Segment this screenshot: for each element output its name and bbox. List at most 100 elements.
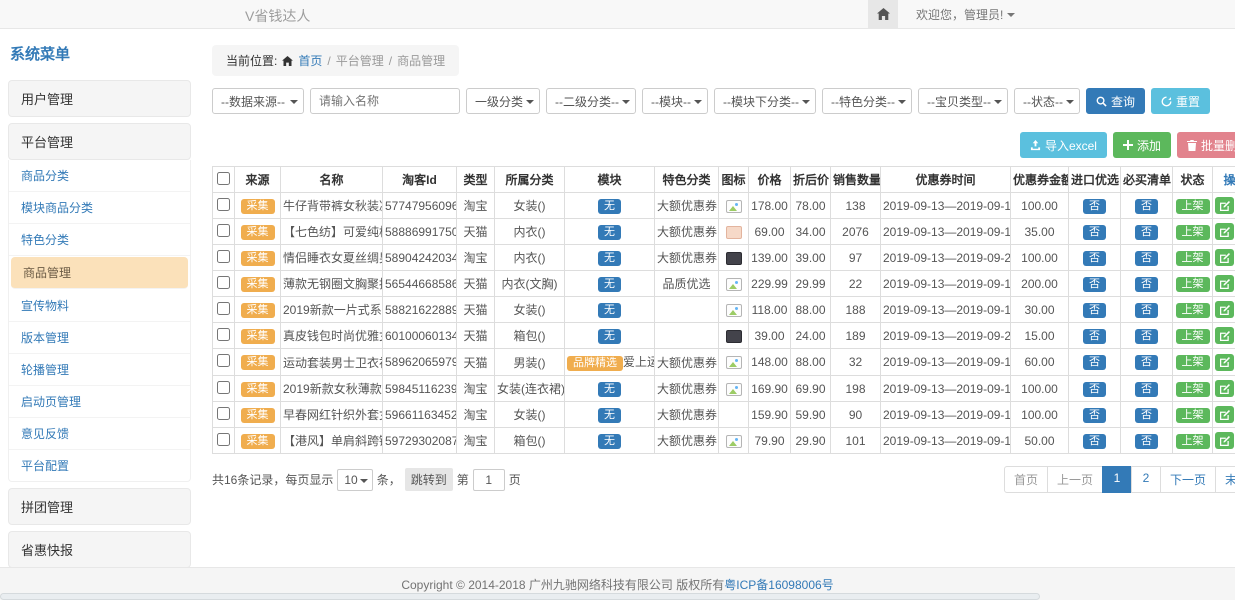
sidebar-group[interactable]: 拼团管理: [8, 488, 191, 525]
module-none-badge[interactable]: 无: [598, 225, 621, 240]
breadcrumb-home-link[interactable]: 首页: [298, 52, 322, 69]
must-buy-badge[interactable]: 否: [1135, 355, 1158, 370]
jump-button[interactable]: 跳转到: [405, 468, 453, 491]
row-checkbox[interactable]: [217, 224, 230, 237]
filter-data-source-select[interactable]: --数据来源--: [212, 88, 304, 114]
edit-button[interactable]: [1215, 275, 1234, 292]
page-button[interactable]: 下一页: [1160, 466, 1216, 493]
status-badge[interactable]: 上架: [1176, 434, 1210, 449]
import-select-badge[interactable]: 否: [1083, 251, 1106, 266]
sidebar-group[interactable]: 平台管理: [8, 123, 191, 160]
batch-delete-button[interactable]: 批量删除: [1177, 132, 1235, 158]
page-button[interactable]: 末页: [1215, 466, 1235, 493]
module-none-badge[interactable]: 无: [598, 329, 621, 344]
sidebar-item[interactable]: 版本管理: [9, 322, 190, 354]
import-excel-button[interactable]: 导入excel: [1020, 132, 1107, 158]
must-buy-badge[interactable]: 否: [1135, 408, 1158, 423]
filter-select[interactable]: --模块下分类--: [714, 88, 816, 114]
select-all-checkbox[interactable]: [217, 172, 230, 185]
filter-select[interactable]: --二级分类--: [546, 88, 636, 114]
row-checkbox[interactable]: [217, 381, 230, 394]
must-buy-badge[interactable]: 否: [1135, 329, 1158, 344]
horizontal-scrollbar[interactable]: [0, 593, 1040, 600]
sidebar-item[interactable]: 启动页管理: [9, 386, 190, 418]
must-buy-badge[interactable]: 否: [1135, 303, 1158, 318]
sidebar-item[interactable]: 平台配置: [9, 450, 190, 481]
sidebar-item[interactable]: 模块商品分类: [9, 192, 190, 224]
sidebar-item[interactable]: 轮播管理: [9, 354, 190, 386]
page-button[interactable]: 2: [1131, 466, 1161, 493]
reset-button[interactable]: 重置: [1151, 88, 1210, 114]
import-select-badge[interactable]: 否: [1083, 277, 1106, 292]
status-badge[interactable]: 上架: [1176, 251, 1210, 266]
module-none-badge[interactable]: 无: [598, 434, 621, 449]
module-brand-badge[interactable]: 品牌精选: [567, 356, 623, 371]
import-select-badge[interactable]: 否: [1083, 225, 1106, 240]
page-button[interactable]: 1: [1102, 466, 1132, 493]
icp-link[interactable]: 粤ICP备16098006号: [724, 576, 833, 593]
name-search-input[interactable]: [310, 88, 460, 114]
filter-select[interactable]: --模块--: [642, 88, 708, 114]
module-none-badge[interactable]: 无: [598, 303, 621, 318]
edit-button[interactable]: [1215, 223, 1234, 240]
module-none-badge[interactable]: 无: [598, 199, 621, 214]
must-buy-badge[interactable]: 否: [1135, 199, 1158, 214]
edit-button[interactable]: [1215, 327, 1234, 344]
status-badge[interactable]: 上架: [1176, 408, 1210, 423]
import-select-badge[interactable]: 否: [1083, 434, 1106, 449]
must-buy-badge[interactable]: 否: [1135, 434, 1158, 449]
sidebar-item[interactable]: 商品分类: [9, 160, 190, 192]
status-badge[interactable]: 上架: [1176, 199, 1210, 214]
must-buy-badge[interactable]: 否: [1135, 277, 1158, 292]
import-select-badge[interactable]: 否: [1083, 303, 1106, 318]
module-none-badge[interactable]: 无: [598, 251, 621, 266]
row-checkbox[interactable]: [217, 302, 230, 315]
module-none-badge[interactable]: 无: [598, 277, 621, 292]
page-button[interactable]: 首页: [1004, 466, 1048, 493]
sidebar-item[interactable]: 商品管理: [11, 257, 188, 289]
home-button[interactable]: [868, 0, 898, 28]
filter-select[interactable]: --宝贝类型--: [918, 88, 1008, 114]
must-buy-badge[interactable]: 否: [1135, 251, 1158, 266]
status-badge[interactable]: 上架: [1176, 277, 1210, 292]
sidebar-group[interactable]: 省惠快报: [8, 531, 191, 568]
edit-button[interactable]: [1215, 380, 1234, 397]
edit-button[interactable]: [1215, 432, 1234, 449]
module-none-badge[interactable]: 无: [598, 382, 621, 397]
filter-select[interactable]: --状态--: [1014, 88, 1080, 114]
sidebar-item[interactable]: 特色分类: [9, 224, 190, 256]
row-checkbox[interactable]: [217, 250, 230, 263]
edit-button[interactable]: [1215, 354, 1234, 371]
edit-button[interactable]: [1215, 249, 1234, 266]
import-select-badge[interactable]: 否: [1083, 329, 1106, 344]
import-select-badge[interactable]: 否: [1083, 355, 1106, 370]
row-checkbox[interactable]: [217, 276, 230, 289]
row-checkbox[interactable]: [217, 354, 230, 367]
status-badge[interactable]: 上架: [1176, 329, 1210, 344]
status-badge[interactable]: 上架: [1176, 382, 1210, 397]
user-menu[interactable]: 欢迎您，管理员!: [916, 6, 1015, 23]
row-checkbox[interactable]: [217, 433, 230, 446]
import-select-badge[interactable]: 否: [1083, 199, 1106, 214]
import-select-badge[interactable]: 否: [1083, 382, 1106, 397]
jump-page-input[interactable]: [473, 469, 505, 491]
sidebar-item[interactable]: 宣传物料: [9, 290, 190, 322]
row-checkbox[interactable]: [217, 198, 230, 211]
sidebar-group[interactable]: 用户管理: [8, 80, 191, 117]
row-checkbox[interactable]: [217, 407, 230, 420]
page-size-select[interactable]: 10: [337, 469, 372, 491]
status-badge[interactable]: 上架: [1176, 225, 1210, 240]
status-badge[interactable]: 上架: [1176, 303, 1210, 318]
edit-button[interactable]: [1215, 406, 1234, 423]
edit-button[interactable]: [1215, 197, 1234, 214]
status-badge[interactable]: 上架: [1176, 355, 1210, 370]
import-select-badge[interactable]: 否: [1083, 408, 1106, 423]
filter-select[interactable]: --特色分类--: [822, 88, 912, 114]
filter-select[interactable]: 一级分类: [466, 88, 540, 114]
add-button[interactable]: 添加: [1113, 132, 1171, 158]
sidebar-item[interactable]: 意见反馈: [9, 418, 190, 450]
module-none-badge[interactable]: 无: [598, 408, 621, 423]
query-button[interactable]: 查询: [1086, 88, 1145, 114]
edit-button[interactable]: [1215, 301, 1234, 318]
row-checkbox[interactable]: [217, 328, 230, 341]
